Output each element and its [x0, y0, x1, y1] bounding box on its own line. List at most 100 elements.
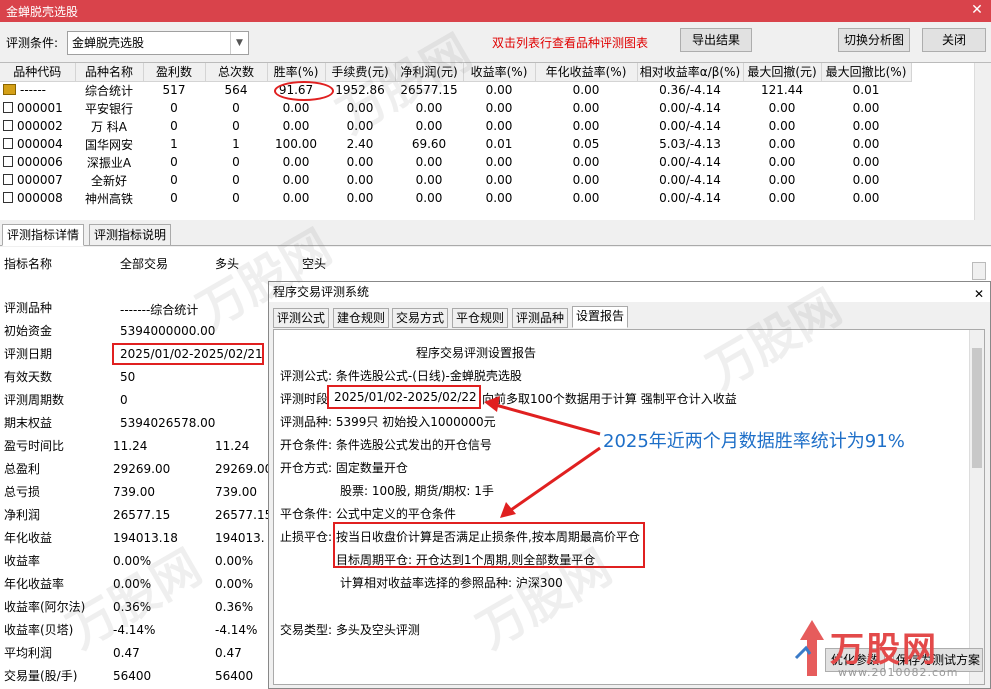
metric-value-all: 5394000000.00: [120, 324, 216, 338]
value-cell: 0.00: [415, 119, 443, 133]
column-header[interactable]: 相对收益率α/β(%): [637, 63, 744, 82]
dialog-tab-close-rules[interactable]: 平仓规则: [452, 308, 509, 328]
period-highlight-box: [327, 385, 481, 409]
metric-value-long: 56400: [215, 669, 254, 683]
report-scrollbar[interactable]: [969, 330, 984, 684]
value-cell: 0.00: [415, 191, 443, 205]
dialog-tab-trade-mode[interactable]: 交易方式: [392, 308, 449, 328]
value-cell: 0.00: [346, 155, 374, 169]
toolbar: 评测条件: 金蝉脱壳选股 ▼ 双击列表行查看品种评测图表 导出结果 切换分析图 …: [0, 22, 991, 60]
close-icon[interactable]: ✕: [969, 2, 985, 18]
close-button[interactable]: 关闭: [922, 28, 986, 52]
checkbox-icon[interactable]: [3, 102, 13, 113]
metrics-scrollbar[interactable]: [972, 262, 986, 280]
value-cell: 0: [232, 173, 240, 187]
metric-label: 初始资金: [4, 324, 53, 338]
table-row[interactable]: 000004 国华网安 1 1 100.00 2.40 69.60 0.01 0.05 5.03/…: [0, 135, 911, 153]
code-text: 000006: [17, 155, 63, 169]
table-row[interactable]: 000001 平安银行 0 0 0.00 0.00 0.00 0.00 0.00 0.00/-4.…: [0, 99, 911, 117]
column-header[interactable]: 盈利数: [143, 63, 206, 82]
dialog-tab-variety[interactable]: 评测品种: [512, 308, 569, 328]
metric-label: 收益率(贝塔): [4, 623, 74, 637]
value-cell: 0.00: [852, 155, 880, 169]
checkbox-icon[interactable]: [3, 138, 13, 149]
condition-label: 评测条件:: [6, 36, 59, 50]
dialog-tab-formula[interactable]: 评测公式: [273, 308, 330, 328]
report-formula: 评测公式: 条件选股公式-(日线)-金蝉脱壳选股: [280, 369, 522, 383]
report-stop-label: 止损平仓:: [280, 530, 333, 544]
value-cell: 0.00: [572, 191, 600, 205]
column-header[interactable]: 最大回撤(元): [743, 63, 822, 82]
value-cell: 0.00: [282, 173, 310, 187]
value-cell: 121.44: [761, 83, 803, 98]
tab-detail[interactable]: 评测指标详情: [2, 224, 85, 246]
summary-icon[interactable]: [3, 84, 16, 96]
metric-value-all: 50: [120, 370, 136, 384]
column-header[interactable]: 最大回撤比(%): [821, 63, 912, 82]
column-header[interactable]: 品种名称: [75, 63, 144, 82]
value-cell: 0.00: [572, 119, 600, 133]
code-text: 000007: [17, 173, 63, 187]
code-text: 000004: [17, 137, 63, 151]
chevron-down-icon[interactable]: ▼: [230, 32, 248, 54]
value-cell: 0.00: [768, 101, 796, 115]
report-variety: 评测品种: 5399只 初始投入1000000元: [280, 415, 496, 429]
annotation-text: 2025年近两个月数据胜率统计为91%: [603, 431, 905, 452]
table-row[interactable]: 000002 万 科A 0 0 0.00 0.00 0.00 0.00 0.00 0.00/-4.…: [0, 117, 911, 135]
metric-value-all: 29269.00: [113, 462, 171, 476]
dialog-tab-open-rules[interactable]: 建仓规则: [333, 308, 390, 328]
checkbox-icon[interactable]: [3, 174, 13, 185]
code-cell: 000007: [0, 171, 75, 189]
value-cell: 0.00/-4.14: [659, 155, 721, 169]
checkbox-icon[interactable]: [3, 192, 13, 203]
table-row[interactable]: 000008 神州高铁 0 0 0.00 0.00 0.00 0.00 0.00 0.00/-4.…: [0, 189, 911, 207]
value-cell: 564: [224, 83, 248, 98]
value-cell: 1: [232, 137, 240, 151]
checkbox-icon[interactable]: [3, 156, 13, 167]
code-text: 000002: [17, 119, 63, 133]
value-cell: 0: [170, 173, 178, 187]
value-cell: 0.00: [415, 173, 443, 187]
table-scrollbar[interactable]: [974, 63, 991, 220]
code-cell: 000008: [0, 189, 75, 207]
value-cell: 0.00/-4.14: [659, 101, 721, 115]
value-cell: 0.00/-4.14: [659, 191, 721, 205]
checkbox-icon[interactable]: [3, 120, 13, 131]
date-highlight-box: [112, 343, 264, 365]
value-cell: 0: [232, 155, 240, 169]
condition-value: 金蝉脱壳选股: [72, 36, 145, 50]
name-cell: 神州高铁: [84, 191, 133, 206]
lower-tabs: 评测指标详情 评测指标说明: [0, 222, 991, 246]
column-header[interactable]: 年化收益率(%): [535, 63, 638, 82]
value-cell: 0.00: [852, 101, 880, 115]
export-button[interactable]: 导出结果: [680, 28, 752, 52]
metric-label: 年化收益率: [4, 577, 65, 591]
value-cell: 0: [232, 191, 240, 205]
tab-explain[interactable]: 评测指标说明: [89, 224, 172, 246]
switch-chart-button[interactable]: 切换分析图: [838, 28, 910, 52]
dialog-close-icon[interactable]: ✕: [974, 284, 984, 304]
value-cell: 0: [170, 155, 178, 169]
value-cell: 0.00: [768, 137, 796, 151]
value-cell: 0.00/-4.14: [659, 173, 721, 187]
table-row[interactable]: 000006 深振业A 0 0 0.00 0.00 0.00 0.00 0.00 0.00/-4.…: [0, 153, 911, 171]
column-header[interactable]: 品种代码: [0, 63, 76, 82]
value-cell: 0.00: [572, 155, 600, 169]
value-cell: 0.00: [768, 191, 796, 205]
code-text: 000001: [17, 101, 63, 115]
report-open-mode: 开仓方式: 固定数量开仓: [280, 461, 408, 475]
metric-value-long: 0.00%: [215, 577, 254, 591]
metric-value-long: -4.14%: [215, 623, 258, 637]
column-header[interactable]: 胜率(%): [267, 63, 326, 82]
metric-label: 交易量(股/手): [4, 669, 78, 683]
window-title: 金蝉脱壳选股: [6, 4, 79, 19]
metric-value-long: 26577.15: [215, 508, 273, 522]
metric-label: 评测周期数: [4, 393, 65, 407]
dialog-tab-report[interactable]: 设置报告: [572, 306, 629, 328]
condition-select[interactable]: 金蝉脱壳选股 ▼: [67, 31, 249, 55]
metric-label: 总盈利: [4, 462, 41, 476]
metrics-header-name: 指标名称: [4, 257, 53, 271]
table-row[interactable]: 000007 全新好 0 0 0.00 0.00 0.00 0.00 0.00 0.00/-4.1…: [0, 171, 911, 189]
column-header[interactable]: 总次数: [205, 63, 268, 82]
metric-value-long: 11.24: [215, 439, 250, 453]
